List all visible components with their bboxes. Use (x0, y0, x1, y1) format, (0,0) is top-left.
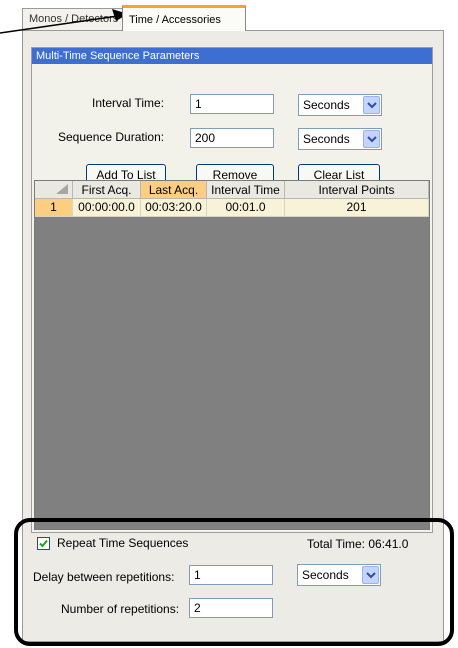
delay-unit-select[interactable]: Seconds (297, 564, 381, 586)
column-header-interval-time[interactable]: Interval Time (207, 181, 285, 199)
tab-strip: Monos / Detectors Time / Accessories (0, 0, 458, 32)
sequence-parameters-group: Multi-Time Sequence Parameters Interval … (31, 47, 433, 533)
cell-interval-time[interactable]: 00:01.0 (207, 199, 285, 217)
cell-last-acq[interactable]: 00:03:20.0 (141, 199, 207, 217)
select-all-icon (56, 184, 68, 194)
delay-input[interactable] (189, 565, 273, 585)
checkmark-icon (39, 539, 48, 548)
repetitions-input[interactable] (189, 598, 273, 618)
tab-monos-detectors[interactable]: Monos / Detectors (22, 8, 134, 30)
column-header-first-acq[interactable]: First Acq. (73, 181, 141, 199)
interval-time-unit-select[interactable]: Seconds (298, 94, 382, 116)
chevron-down-icon[interactable] (363, 96, 380, 114)
table-row[interactable]: 1 00:00:00.0 00:03:20.0 00:01.0 201 (35, 199, 429, 217)
tab-time-accessories[interactable]: Time / Accessories (122, 5, 246, 31)
repeat-time-sequences-checkbox[interactable] (37, 537, 50, 550)
total-time-label: Total Time: 06:41.0 (307, 537, 409, 551)
row-header[interactable]: 1 (35, 199, 73, 217)
sequence-table[interactable]: First Acq. Last Acq. Interval Time Inter… (34, 180, 430, 530)
sequence-duration-label: Sequence Duration: (58, 130, 165, 144)
sequence-duration-unit-select[interactable]: Seconds (298, 128, 382, 150)
column-header-corner (35, 181, 73, 199)
column-header-interval-points[interactable]: Interval Points (285, 181, 429, 199)
interval-time-label: Interval Time: (92, 96, 165, 110)
tab-panel: Multi-Time Sequence Parameters Interval … (22, 30, 444, 642)
interval-time-unit-value: Seconds (303, 98, 350, 112)
interval-time-input[interactable] (190, 94, 274, 114)
group-title: Multi-Time Sequence Parameters (32, 48, 432, 64)
table-header: First Acq. Last Acq. Interval Time Inter… (35, 181, 429, 199)
sequence-duration-unit-value: Seconds (303, 132, 350, 146)
column-header-last-acq[interactable]: Last Acq. (141, 181, 207, 199)
delay-label: Delay between repetitions: (33, 570, 175, 584)
cell-first-acq[interactable]: 00:00:00.0 (73, 199, 141, 217)
delay-unit-value: Seconds (302, 568, 349, 582)
sequence-duration-input[interactable] (190, 128, 274, 148)
repetitions-label: Number of repetitions: (61, 602, 180, 616)
repeat-time-sequences-label[interactable]: Repeat Time Sequences (57, 536, 188, 550)
chevron-down-icon[interactable] (363, 130, 380, 148)
cell-interval-points[interactable]: 201 (285, 199, 429, 217)
chevron-down-icon[interactable] (362, 566, 379, 584)
